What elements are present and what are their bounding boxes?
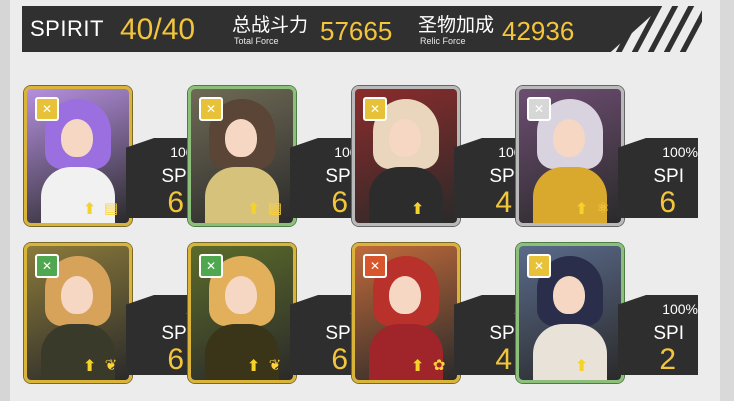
hero-card[interactable]: ✕ ⬆ 100% SPI 4 [352, 86, 536, 230]
spinner-icon: ✿ [432, 357, 446, 374]
class-icon: ✕ [199, 97, 223, 121]
class-icon: ✕ [35, 97, 59, 121]
hero-portrait[interactable]: ✕ ⬆ [352, 86, 460, 226]
flame-icon: ❦ [104, 357, 118, 374]
hero-portrait[interactable]: ✕ ⬆ ▤ [188, 86, 296, 226]
spirit-percent: 100% [662, 301, 698, 317]
empty-slot-icon [593, 356, 613, 374]
hero-outfit [533, 324, 607, 380]
hero-outfit [533, 167, 607, 223]
panel-edge-right [720, 0, 734, 401]
relic-force-value: 42936 [502, 16, 575, 46]
spi-label: SPI [653, 323, 684, 344]
hero-outfit [205, 324, 279, 380]
flame-icon: ❦ [268, 357, 282, 374]
atom-icon: ⚛ [596, 200, 610, 217]
upgrade-arrow-icon: ⬆ [575, 358, 589, 375]
hero-card[interactable]: ✕ ⬆ ❦ 1% SPI 6 [188, 243, 372, 387]
spirit-header-bar: SPIRIT 40/40 总战斗力 Total Force 57665 圣物加成… [22, 6, 662, 52]
class-icon: ✕ [35, 254, 59, 278]
hero-portrait[interactable]: ✕ ⬆ ⚛ [516, 86, 624, 226]
spirit-label: SPIRIT [30, 16, 104, 41]
hero-card[interactable]: ✕ ⬆ 100% SPI 2 [516, 243, 700, 387]
spi-value: 6 [331, 186, 348, 219]
spi-value: 6 [331, 343, 348, 376]
hero-face [225, 119, 257, 157]
header-stripes-decoration [592, 6, 702, 52]
spirit-stat-plate: 100% SPI 2 [618, 295, 698, 375]
total-force-label-cn: 总战斗力 [232, 15, 309, 36]
hero-portrait[interactable]: ✕ ⬆ ✿ [352, 243, 460, 383]
hero-portrait[interactable]: ✕ ⬆ ❦ [188, 243, 296, 383]
hero-portrait[interactable]: ✕ ⬆ [516, 243, 624, 383]
upgrade-arrow-icon: ⬆ [247, 201, 261, 218]
hero-outfit [369, 324, 443, 380]
hero-outfit [41, 324, 115, 380]
upgrade-arrow-icon: ⬆ [411, 358, 425, 375]
hero-face [61, 119, 93, 157]
class-icon: ✕ [527, 97, 551, 121]
spi-value: 6 [167, 343, 184, 376]
empty-slot-icon [429, 199, 449, 217]
hero-card[interactable]: ✕ ⬆ ▤ 100% SPI 6 [24, 86, 208, 230]
hero-card[interactable]: ✕ ⬆ ❦ 1% SPI 6 [24, 243, 208, 387]
hero-face [225, 276, 257, 314]
spi-label: SPI [653, 166, 684, 187]
hero-face [61, 276, 93, 314]
spirit-percent: 100% [662, 144, 698, 160]
spi-value: 6 [167, 186, 184, 219]
hero-face [389, 276, 421, 314]
gold-card-icon: ▤ [267, 200, 283, 217]
class-icon: ✕ [363, 254, 387, 278]
upgrade-arrow-icon: ⬆ [411, 201, 425, 218]
spirit-value: 40/40 [120, 13, 196, 46]
total-force-value: 57665 [320, 16, 393, 46]
total-force-label-en: Total Force [234, 36, 279, 46]
hero-card[interactable]: ✕ ⬆ ✿ 1% SPI 4 [352, 243, 536, 387]
hero-card[interactable]: ✕ ⬆ ▤ 100% SPI 6 [188, 86, 372, 230]
hero-face [389, 119, 421, 157]
relic-force-label-en: Relic Force [420, 36, 466, 46]
hero-outfit [369, 167, 443, 223]
spi-value: 2 [659, 343, 676, 376]
hero-portrait[interactable]: ✕ ⬆ ❦ [24, 243, 132, 383]
spirit-stat-plate: 100% SPI 6 [618, 138, 698, 218]
upgrade-arrow-icon: ⬆ [83, 358, 97, 375]
upgrade-arrow-icon: ⬆ [575, 201, 589, 218]
hero-card[interactable]: ✕ ⬆ ⚛ 100% SPI 6 [516, 86, 700, 230]
hero-outfit [41, 167, 115, 223]
hero-portrait[interactable]: ✕ ⬆ ▤ [24, 86, 132, 226]
spi-value: 4 [495, 343, 512, 376]
upgrade-arrow-icon: ⬆ [247, 358, 261, 375]
class-icon: ✕ [527, 254, 551, 278]
spi-value: 6 [659, 186, 676, 219]
hero-face [553, 119, 585, 157]
class-icon: ✕ [199, 254, 223, 278]
class-icon: ✕ [363, 97, 387, 121]
spi-value: 4 [495, 186, 512, 219]
relic-force-label-cn: 圣物加成 [418, 15, 495, 36]
gold-card-icon: ▤ [103, 200, 119, 217]
panel-edge-left [0, 0, 10, 401]
upgrade-arrow-icon: ⬆ [83, 201, 97, 218]
hero-outfit [205, 167, 279, 223]
hero-face [553, 276, 585, 314]
